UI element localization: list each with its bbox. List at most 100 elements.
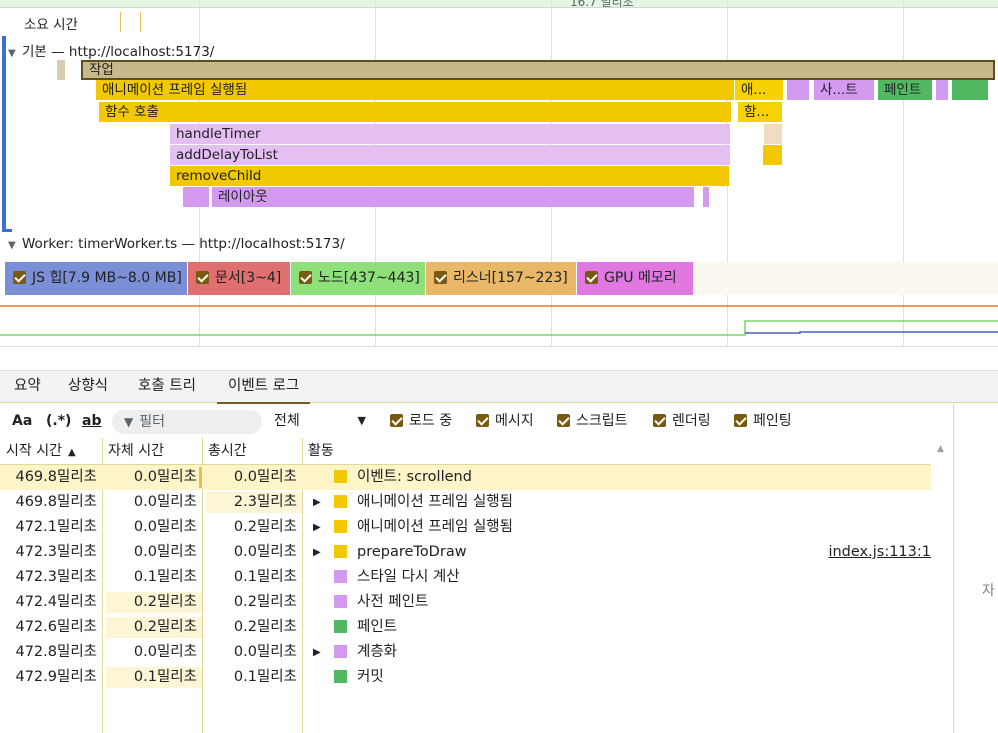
worker-track-title: Worker: timerWorker.ts — http://localhos… — [22, 236, 345, 252]
checkbox-checked-icon[interactable] — [434, 271, 447, 284]
shortcut-block[interactable]: 사...트 — [814, 80, 874, 100]
total-time-cell: 0.0밀리초 — [233, 469, 297, 485]
animation-frame-short-block[interactable]: 애... — [735, 80, 783, 100]
checkbox-messaging[interactable]: 메시지 — [476, 404, 534, 438]
expand-triangle-icon[interactable]: ▶ — [313, 522, 321, 533]
checkbox-loading[interactable]: 로드 중 — [390, 404, 452, 438]
checkbox-scripting[interactable]: 스크립트 — [557, 404, 628, 438]
expand-triangle-icon[interactable]: ▶ — [313, 497, 321, 508]
start-time-cell: 472.8밀리초 — [15, 644, 97, 660]
category-color-swatch — [334, 470, 347, 483]
checkbox-checked-icon[interactable] — [734, 414, 747, 427]
expand-triangle-icon[interactable]: ▶ — [313, 547, 321, 558]
flame-chart[interactable]: 작업 애니메이션 프레임 실행됨 애... 사...트 페인트 함수 호출 함.… — [0, 58, 998, 208]
checkbox-checked-icon[interactable] — [196, 271, 209, 284]
counter-nodes[interactable]: 노드[437~443] — [291, 262, 425, 295]
counter-graph — [0, 295, 998, 347]
start-time-cell: 472.6밀리초 — [15, 619, 97, 635]
total-time-cell: 0.2밀리초 — [233, 594, 297, 610]
remove-child-block[interactable]: removeChild — [170, 166, 729, 186]
activity-cell: 애니메이션 프레임 실행됨 — [334, 515, 513, 540]
category-color-swatch — [334, 645, 347, 658]
counter-lines — [0, 305, 998, 336]
main-track-header[interactable]: ▼ 기본 — http://localhost:5173/ — [8, 40, 214, 60]
regex-button[interactable]: (.*) — [46, 404, 71, 438]
self-time-cell: 0.0밀리초 — [133, 494, 197, 510]
total-time-cell: 0.0밀리초 — [233, 644, 297, 660]
category-color-swatch — [334, 495, 347, 508]
event-log-toolbar: Aa (.*) ab ▼ 필터 전체 ▼ 로드 중 메시지 스크립트 렌더링 페인… — [0, 404, 953, 438]
tab-summary[interactable]: 요약 — [14, 371, 41, 404]
match-case-button[interactable]: Aa — [12, 404, 32, 438]
counter-gpu-memory[interactable]: GPU 메모리 — [577, 262, 693, 295]
start-time-cell: 469.8밀리초 — [15, 494, 97, 510]
table-scrollbar[interactable]: ▲ — [931, 438, 953, 733]
dropdown-arrow-icon: ▼ — [357, 414, 366, 427]
filter-input[interactable]: ▼ 필터 — [112, 410, 262, 434]
animation-frame-block[interactable]: 애니메이션 프레임 실행됨 — [96, 80, 734, 100]
category-color-swatch — [334, 545, 347, 558]
scope-select[interactable]: 전체 ▼ — [274, 404, 366, 438]
total-time-cell: 0.0밀리초 — [233, 544, 297, 560]
frames-strip — [0, 0, 998, 8]
start-time-cell: 472.3밀리초 — [15, 569, 97, 585]
checkbox-checked-icon[interactable] — [299, 271, 312, 284]
header-self-time[interactable]: 자체 시간 — [102, 438, 202, 465]
checkbox-rendering[interactable]: 렌더링 — [653, 404, 711, 438]
frame-duration-label: 16.7 밀리초 — [570, 0, 634, 9]
table-row[interactable]: 472.3밀리초 0.1밀리초 0.1밀리초 스타일 다시 계산 — [0, 565, 931, 590]
table-row[interactable]: 472.1밀리초 0.0밀리초 0.2밀리초 ▶ 애니메이션 프레임 실행됨 — [0, 515, 931, 540]
total-time-cell: 0.2밀리초 — [233, 619, 297, 635]
table-row[interactable]: 472.8밀리초 0.0밀리초 0.0밀리초 ▶ 계층화 — [0, 640, 931, 665]
add-delay-block[interactable]: addDelayToList — [170, 145, 730, 165]
activity-cell: 사전 페인트 — [334, 590, 428, 615]
start-time-cell: 469.8밀리초 — [15, 469, 97, 485]
table-row[interactable]: 472.9밀리초 0.1밀리초 0.1밀리초 커밋 — [0, 665, 931, 690]
checkbox-checked-icon[interactable] — [476, 414, 489, 427]
paint-block[interactable]: 페인트 — [878, 80, 932, 100]
details-side-pane: 자 — [953, 404, 998, 733]
task-block[interactable]: 작업 — [81, 60, 995, 80]
counter-js-heap[interactable]: JS 힙[7.9 MB~8.0 MB] — [5, 262, 187, 295]
table-row[interactable]: 469.8밀리초 0.0밀리초 2.3밀리초 ▶ 애니메이션 프레임 실행됨 — [0, 490, 931, 515]
handle-timer-block[interactable]: handleTimer — [170, 124, 730, 144]
header-start-time[interactable]: 시작 시간 ▲ — [0, 438, 102, 465]
header-total-time[interactable]: 총시간 — [202, 438, 302, 465]
total-time-cell: 2.3밀리초 — [233, 494, 297, 510]
counter-listeners[interactable]: 리스너[157~223] — [426, 262, 576, 295]
checkbox-checked-icon[interactable] — [653, 414, 666, 427]
self-time-cell: 0.0밀리초 — [133, 469, 197, 485]
start-time-cell: 472.1밀리초 — [15, 519, 97, 535]
function-call-short-block[interactable]: 함... — [738, 102, 782, 122]
tab-event-log[interactable]: 이벤트 로그 — [217, 371, 311, 404]
checkbox-painting[interactable]: 페인팅 — [734, 404, 792, 438]
checkbox-checked-icon[interactable] — [557, 414, 570, 427]
tab-bottom-up[interactable]: 상향식 — [68, 371, 108, 404]
checkbox-checked-icon[interactable] — [585, 271, 598, 284]
header-activity[interactable]: 활동 — [302, 438, 931, 465]
tab-call-tree[interactable]: 호출 트리 — [138, 371, 196, 404]
function-call-block[interactable]: 함수 호출 — [99, 102, 731, 122]
side-pane-text: 자 — [982, 583, 995, 599]
scroll-up-icon[interactable]: ▲ — [937, 444, 944, 454]
counter-documents[interactable]: 문서[3~4] — [188, 262, 290, 295]
details-tabs: 요약 상향식 호출 트리 이벤트 로그 — [0, 370, 998, 404]
activity-cell: 이벤트: scrollend — [334, 465, 472, 490]
activity-cell: 커밋 — [334, 665, 384, 690]
expand-triangle-icon[interactable]: ▶ — [313, 647, 321, 658]
checkbox-checked-icon[interactable] — [13, 271, 26, 284]
collapse-triangle-icon[interactable]: ▼ — [8, 240, 22, 251]
start-time-cell: 472.3밀리초 — [15, 544, 97, 560]
worker-track-header[interactable]: ▼ Worker: timerWorker.ts — http://localho… — [8, 236, 345, 252]
timeline-area: 16.7 밀리초 소요 시간 ▼ 기본 — http://localhost:51… — [0, 0, 998, 262]
whole-word-button[interactable]: ab — [82, 404, 101, 438]
category-color-swatch — [334, 595, 347, 608]
checkbox-checked-icon[interactable] — [390, 414, 403, 427]
category-color-swatch — [334, 670, 347, 683]
table-row[interactable]: 472.6밀리초 0.2밀리초 0.2밀리초 페인트 — [0, 615, 931, 640]
table-row[interactable]: 472.4밀리초 0.2밀리초 0.2밀리초 사전 페인트 — [0, 590, 931, 615]
source-link[interactable]: index.js:113:1 — [828, 540, 931, 565]
table-row[interactable]: 469.8밀리초 0.0밀리초 0.0밀리초 이벤트: scrollend — [0, 465, 931, 490]
layout-block[interactable]: 레이아웃 — [212, 187, 694, 207]
table-row[interactable]: 472.3밀리초 0.0밀리초 0.0밀리초 ▶ prepareToDraw index.… — [0, 540, 931, 565]
